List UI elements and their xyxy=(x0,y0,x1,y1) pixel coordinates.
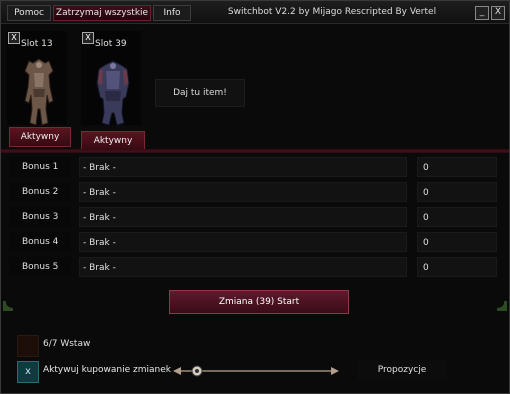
ornament-icon xyxy=(497,301,507,311)
bonus-row: Bonus 4 - Brak - 0 xyxy=(9,232,501,252)
window-title: Switchbot V2.2 by Mijago Rescripted By V… xyxy=(227,7,437,17)
switchbot-window: Pomoc Zatrzymaj wszystkie Info Switchbot… xyxy=(0,0,510,394)
slot-label: Slot 39 xyxy=(95,39,127,49)
slot-label: Slot 13 xyxy=(21,39,53,49)
ornament-icon xyxy=(3,301,13,311)
proposals-button[interactable]: Propozycje xyxy=(357,360,447,380)
bonus-value-input[interactable]: 0 xyxy=(417,232,497,252)
bonus-select[interactable]: - Brak - xyxy=(79,182,407,202)
item-drop-zone[interactable]: Daj tu item! xyxy=(155,79,245,107)
title-bar[interactable]: Pomoc Zatrzymaj wszystkie Info Switchbot… xyxy=(1,1,509,24)
bonus-row: Bonus 5 - Brak - 0 xyxy=(9,257,501,277)
stop-all-button[interactable]: Zatrzymaj wszystkie xyxy=(53,5,151,21)
bonus-select[interactable]: - Brak - xyxy=(79,157,407,177)
slider-knob xyxy=(191,365,203,377)
close-button[interactable]: X xyxy=(491,6,505,20)
bonus-value-input[interactable]: 0 xyxy=(417,207,497,227)
bonus-row: Bonus 2 - Brak - 0 xyxy=(9,182,501,202)
speed-slider[interactable] xyxy=(173,364,339,378)
slot-39[interactable]: X Slot 39 xyxy=(81,31,141,126)
bonus-row: Bonus 1 - Brak - 0 xyxy=(9,157,501,177)
bonus-label: Bonus 4 xyxy=(9,232,71,252)
bonus-label: Bonus 3 xyxy=(9,207,71,227)
bonus-value-input[interactable]: 0 xyxy=(417,157,497,177)
slider-left-cap xyxy=(173,367,181,375)
insert-label: 6/7 Wstaw xyxy=(43,339,91,349)
bonus-value-input[interactable]: 0 xyxy=(417,257,497,277)
buy-checkbox[interactable]: x xyxy=(17,361,39,383)
bonus-select[interactable]: - Brak - xyxy=(79,207,407,227)
bonus-value-input[interactable]: 0 xyxy=(417,182,497,202)
minimize-button[interactable]: _ xyxy=(475,6,489,20)
armor-icon xyxy=(24,58,54,126)
bonus-label: Bonus 1 xyxy=(9,157,71,177)
info-button[interactable]: Info xyxy=(153,5,191,21)
slot-13-status-tab[interactable]: Aktywny xyxy=(9,127,71,147)
bonus-label: Bonus 2 xyxy=(9,182,71,202)
bonus-select[interactable]: - Brak - xyxy=(79,232,407,252)
slot-close-button[interactable]: X xyxy=(8,32,20,44)
insert-slot[interactable] xyxy=(17,335,39,357)
help-button[interactable]: Pomoc xyxy=(7,5,51,21)
buy-label: Aktywuj kupowanie zmianek xyxy=(43,365,171,375)
separator-bar xyxy=(1,149,509,153)
slot-39-status-tab[interactable]: Aktywny xyxy=(81,131,145,151)
armor-icon xyxy=(96,60,130,126)
bonus-select[interactable]: - Brak - xyxy=(79,257,407,277)
slot-13[interactable]: X Slot 13 xyxy=(7,31,67,126)
slot-close-button[interactable]: X xyxy=(82,32,94,44)
slider-right-cap xyxy=(331,367,339,375)
start-change-button[interactable]: Zmiana (39) Start xyxy=(169,290,349,314)
bonus-label: Bonus 5 xyxy=(9,257,71,277)
bonus-row: Bonus 3 - Brak - 0 xyxy=(9,207,501,227)
